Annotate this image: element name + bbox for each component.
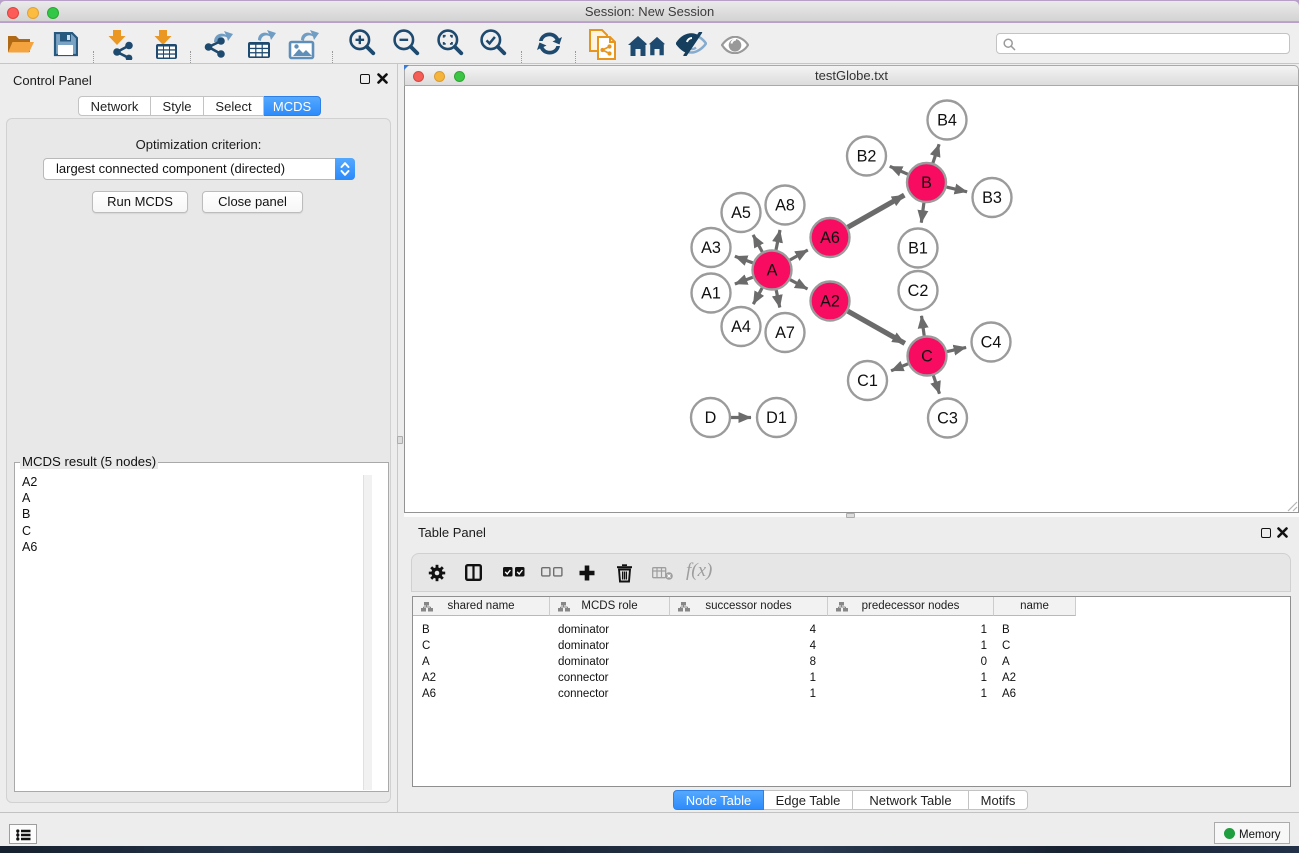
svg-text:A8: A8 [775, 197, 795, 215]
svg-text:C1: C1 [857, 372, 878, 390]
svg-text:C3: C3 [937, 410, 958, 428]
svg-text:D: D [705, 409, 717, 427]
svg-text:A5: A5 [731, 204, 751, 222]
svg-text:A1: A1 [701, 285, 721, 303]
svg-text:C4: C4 [981, 334, 1002, 352]
svg-text:A6: A6 [820, 229, 840, 247]
svg-text:A4: A4 [731, 318, 751, 336]
svg-text:B4: B4 [937, 112, 957, 130]
svg-text:A: A [767, 262, 778, 280]
svg-text:C2: C2 [908, 282, 929, 300]
svg-text:C: C [921, 348, 933, 366]
svg-text:B3: B3 [982, 189, 1002, 207]
svg-text:B: B [921, 174, 932, 192]
svg-text:A2: A2 [820, 293, 840, 311]
svg-text:A7: A7 [775, 324, 795, 342]
svg-text:D1: D1 [766, 409, 787, 427]
svg-text:B2: B2 [857, 148, 877, 166]
svg-text:B1: B1 [908, 240, 928, 258]
svg-text:A3: A3 [701, 239, 721, 257]
